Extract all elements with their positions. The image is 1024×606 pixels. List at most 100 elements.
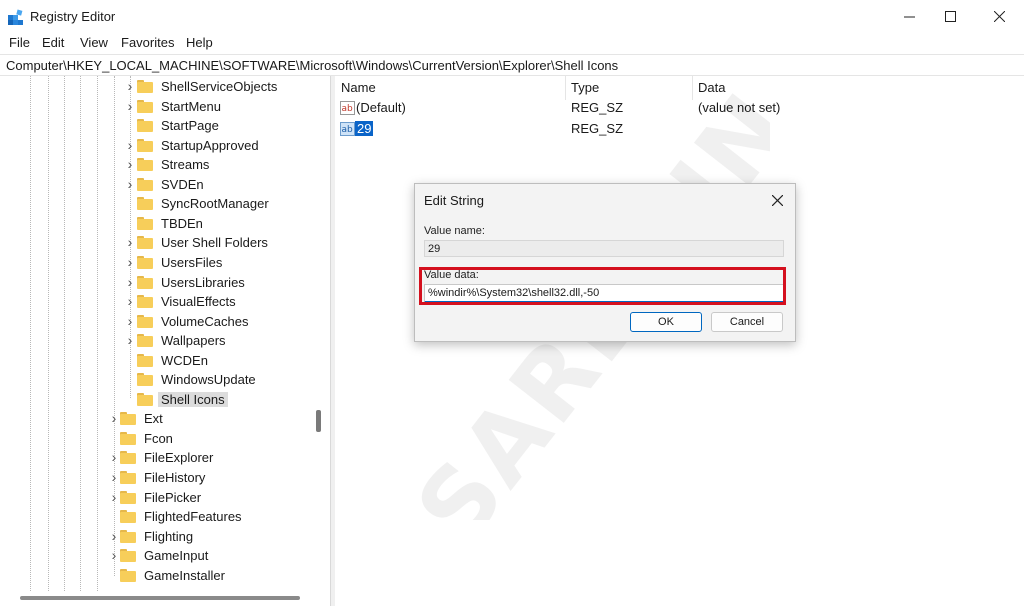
tree-item[interactable]: › Streams: [128, 155, 212, 174]
column-header-data[interactable]: Data: [698, 80, 725, 95]
tree-item[interactable]: › FileExplorer: [112, 448, 216, 467]
folder-icon: [137, 314, 153, 328]
tree-item-label: VisualEffects: [161, 294, 236, 310]
chevron-right-icon[interactable]: ›: [125, 99, 135, 113]
tree-item-label: UsersFiles: [161, 254, 223, 270]
minimize-button[interactable]: [886, 0, 932, 33]
tree-item[interactable]: GameInstaller: [120, 566, 228, 585]
chevron-right-icon[interactable]: ›: [109, 490, 119, 504]
tree-item-label: Fcon: [144, 430, 173, 446]
column-header-name[interactable]: Name: [341, 80, 376, 95]
tree-item[interactable]: › VisualEffects: [128, 292, 239, 311]
tree-item[interactable]: StartPage: [137, 116, 222, 135]
title-bar: Registry Editor: [0, 0, 1024, 33]
dialog-title: Edit String: [424, 193, 484, 208]
tree-item[interactable]: › Flighting: [112, 527, 196, 546]
tree-item[interactable]: › User Shell Folders: [128, 233, 271, 252]
tree-item[interactable]: › UsersFiles: [128, 253, 225, 272]
value-name: 29: [355, 121, 374, 136]
cancel-button[interactable]: Cancel: [711, 312, 783, 332]
chevron-right-icon[interactable]: ›: [125, 177, 135, 191]
tree-item[interactable]: Fcon: [120, 429, 176, 448]
folder-icon: [120, 412, 136, 426]
tree-vertical-scrollbar[interactable]: [312, 76, 326, 591]
tree-item[interactable]: FlightedFeatures: [120, 507, 245, 526]
tree-item[interactable]: SyncRootManager: [137, 194, 272, 213]
tree-item[interactable]: › UsersLibraries: [128, 273, 248, 292]
tree-item-label: FileHistory: [144, 470, 206, 485]
value-type: REG_SZ: [571, 100, 624, 115]
folder-icon: [120, 451, 136, 465]
tree-item[interactable]: › Wallpapers: [128, 331, 229, 350]
tree-item-label: GameInput: [144, 548, 209, 564]
menu-help[interactable]: Help: [186, 35, 213, 50]
column-divider[interactable]: [565, 76, 566, 100]
menu-view[interactable]: View: [80, 35, 108, 50]
tree-item-label: FilePicker: [144, 489, 202, 505]
chevron-right-icon[interactable]: ›: [125, 157, 135, 171]
ok-button[interactable]: OK: [630, 312, 702, 332]
tree-item[interactable]: › StartupApproved: [128, 136, 262, 155]
folder-icon: [137, 334, 153, 348]
tree-vertical-scroll-thumb[interactable]: [316, 410, 321, 432]
tree-horizontal-scrollbar[interactable]: [0, 591, 330, 606]
chevron-right-icon[interactable]: ›: [125, 79, 135, 93]
tree-item-label: Streams: [161, 157, 210, 173]
chevron-right-icon[interactable]: ›: [125, 314, 135, 328]
close-button[interactable]: [976, 0, 1022, 33]
tree-item[interactable]: › Ext: [112, 409, 166, 428]
chevron-right-icon[interactable]: ›: [109, 411, 119, 425]
tree-item-label: FileExplorer: [144, 450, 214, 466]
column-header-type[interactable]: Type: [571, 80, 599, 95]
registry-tree: › ShellServiceObjects › StartMenu StartPage ›…: [0, 76, 330, 606]
chevron-right-icon[interactable]: ›: [125, 138, 135, 152]
maximize-button[interactable]: [927, 0, 973, 33]
string-value-icon: ab: [340, 122, 355, 136]
chevron-right-icon[interactable]: ›: [109, 548, 119, 562]
folder-icon: [120, 549, 136, 563]
folder-icon: [137, 255, 153, 269]
tree-item[interactable]: › ShellServiceObjects: [128, 77, 280, 96]
chevron-right-icon[interactable]: ›: [109, 470, 119, 484]
tree-item[interactable]: › FilePicker: [112, 488, 204, 507]
tree-item[interactable]: › SVDEn: [128, 175, 207, 194]
tree-item[interactable]: › GameInput: [112, 546, 211, 565]
menu-file[interactable]: File: [9, 35, 30, 50]
maximize-icon: [944, 11, 956, 22]
folder-icon: [137, 295, 153, 309]
column-divider[interactable]: [692, 76, 693, 100]
menu-favorites[interactable]: Favorites: [121, 35, 174, 50]
tree-item[interactable]: › VolumeCaches: [128, 312, 251, 331]
tree-horizontal-scroll-thumb[interactable]: [20, 596, 300, 600]
chevron-right-icon[interactable]: ›: [125, 235, 135, 249]
tree-guide-line: [30, 76, 32, 591]
folder-icon: [137, 119, 153, 133]
tree-item-label: GameInstaller: [144, 567, 225, 583]
svg-text:ab: ab: [342, 125, 354, 135]
folder-icon: [137, 216, 153, 230]
dialog-close-button[interactable]: [765, 190, 789, 210]
address-path: Computer\HKEY_LOCAL_MACHINE\SOFTWARE\Mic…: [6, 58, 619, 73]
value-row[interactable]: ab (Default) REG_SZ (value not set): [335, 98, 995, 118]
tree-item[interactable]: WindowsUpdate: [137, 370, 259, 389]
chevron-right-icon[interactable]: ›: [109, 450, 119, 464]
folder-icon: [120, 490, 136, 504]
tree-guide-line: [64, 76, 66, 591]
chevron-right-icon[interactable]: ›: [125, 255, 135, 269]
chevron-right-icon[interactable]: ›: [125, 294, 135, 308]
value-data: (value not set): [698, 100, 781, 115]
tree-item[interactable]: TBDEn: [137, 214, 206, 233]
tree-item[interactable]: WCDEn: [137, 351, 211, 370]
address-bar[interactable]: Computer\HKEY_LOCAL_MACHINE\SOFTWARE\Mic…: [0, 54, 1024, 76]
tree-item[interactable]: › StartMenu: [128, 97, 224, 116]
folder-icon: [120, 471, 136, 484]
menu-edit[interactable]: Edit: [42, 35, 64, 50]
value-row-selected[interactable]: ab 29 REG_SZ: [335, 119, 995, 139]
chevron-right-icon[interactable]: ›: [125, 275, 135, 289]
tree-item-selected[interactable]: Shell Icons: [137, 390, 228, 409]
chevron-right-icon[interactable]: ›: [125, 333, 135, 347]
menu-bar: File Edit View Favorites Help: [0, 33, 1024, 53]
tree-item[interactable]: › FileHistory: [112, 468, 208, 487]
tree-item-label: StartPage: [161, 118, 219, 134]
chevron-right-icon[interactable]: ›: [109, 529, 119, 543]
